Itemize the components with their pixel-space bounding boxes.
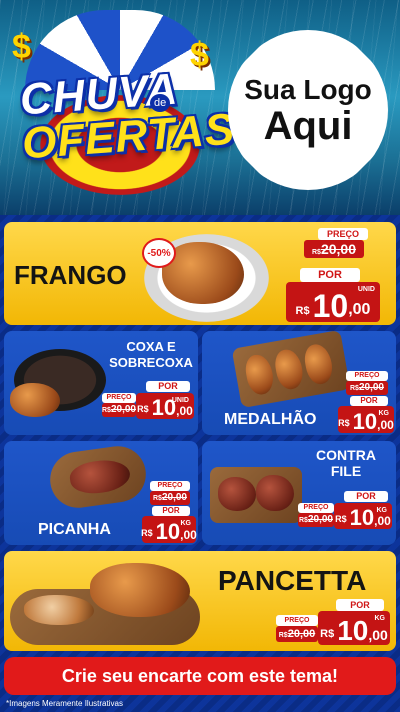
discount-badge: -50% <box>142 238 176 268</box>
price-block: POR PREÇO R$20,00 R$ 10,00 KG <box>276 599 392 649</box>
price-label: PREÇO <box>318 228 368 240</box>
product-name: FRANGO <box>14 260 127 290</box>
product-name: MEDALHÃO <box>224 411 317 428</box>
product-card-frango[interactable]: FRANGO -50% PREÇO R$20,00 POR R$ 10,00 UN… <box>4 222 396 325</box>
pancetta-slices <box>24 595 94 625</box>
por-label: POR <box>146 381 190 392</box>
medallion <box>272 347 306 392</box>
logo-placeholder[interactable]: Sua Logo Aqui <box>228 30 388 190</box>
product-name-line1: CONTRA <box>316 447 376 463</box>
new-price: R$ 10,00 UNID <box>286 282 380 322</box>
product-name: PICANHA <box>38 521 111 538</box>
old-price: R$20,00 <box>298 513 334 527</box>
product-card-pancetta[interactable]: PANCETTA POR PREÇO R$20,00 R$ 10,00 KG <box>4 551 396 651</box>
price-label: PREÇO <box>298 503 334 513</box>
new-price: R$ 10,00 KG <box>318 611 390 645</box>
product-name-line1: COXA E <box>126 339 176 354</box>
price-block: POR PREÇO R$20,00 R$ 10,00 KG <box>298 491 394 543</box>
medallion <box>243 352 276 397</box>
price-label: PREÇO <box>276 615 318 626</box>
header-banner: $ $ CHUVA de OFERTAS Sua Logo Aqui <box>0 0 400 215</box>
product-name: PANCETTA <box>218 565 367 596</box>
old-price: R$20,00 <box>304 240 364 258</box>
old-price: R$20,00 <box>346 381 388 395</box>
price-label: PREÇO <box>150 481 190 491</box>
por-label: POR <box>336 599 384 611</box>
por-label: POR <box>300 268 360 282</box>
pancetta-roast <box>90 563 190 617</box>
board-image <box>210 467 302 523</box>
price-block: PREÇO R$20,00 POR R$ 10,00 KG <box>141 481 197 543</box>
logo-text-line1: Sua Logo <box>244 74 372 105</box>
price-block: PREÇO R$20,00 POR R$ 10,00 KG <box>338 371 394 433</box>
dollar-sign-icon: $ <box>190 36 209 74</box>
create-flyer-button[interactable]: Crie seu encarte com este tema! <box>4 657 396 695</box>
por-label: POR <box>350 396 388 406</box>
old-price: R$20,00 <box>150 491 190 505</box>
dollar-sign-icon: $ <box>12 28 31 66</box>
steak <box>256 475 294 511</box>
board-image <box>231 331 351 409</box>
steak <box>218 477 256 511</box>
new-price: R$ 10,00 KG <box>141 516 197 543</box>
logo-text-line2: Aqui <box>263 104 353 148</box>
product-card-contra-file[interactable]: CONTRA FILE POR PREÇO R$20,00 R$ 10,00 KG <box>202 441 396 545</box>
medallion <box>302 342 335 387</box>
por-label: POR <box>152 506 190 516</box>
new-price: R$ 10,00 KG <box>334 503 392 530</box>
product-card-picanha[interactable]: PICANHA PREÇO R$20,00 POR R$ 10,00 KG <box>4 441 198 545</box>
old-price: R$20,00 <box>276 626 318 642</box>
old-price: R$20,00 <box>102 403 136 417</box>
price-label: PREÇO <box>346 371 388 381</box>
price-block: PREÇO R$20,00 POR R$ 10,00 UNID <box>286 228 390 322</box>
por-label: POR <box>344 491 388 502</box>
product-card-coxa-sobrecoxa[interactable]: COXA E SOBRECOXA POR R$20,00 PREÇO R$ 10,… <box>4 331 198 435</box>
board-image <box>46 442 150 512</box>
chicken-leg <box>10 383 60 417</box>
price-label: PREÇO <box>102 393 136 403</box>
new-price: R$ 10,00 KG <box>338 406 394 433</box>
product-card-medalhao[interactable]: MEDALHÃO PREÇO R$20,00 POR R$ 10,00 KG <box>202 331 396 435</box>
new-price: R$ 10,00 UNID <box>136 393 194 420</box>
product-name-line2: SOBRECOXA <box>109 355 193 370</box>
disclaimer-text: *Imagens Meramente Ilustrativas <box>6 699 123 708</box>
product-name-line2: FILE <box>330 463 362 479</box>
picanha-slices <box>68 456 132 497</box>
price-block: POR R$20,00 PREÇO R$ 10,00 UNID <box>102 381 196 433</box>
